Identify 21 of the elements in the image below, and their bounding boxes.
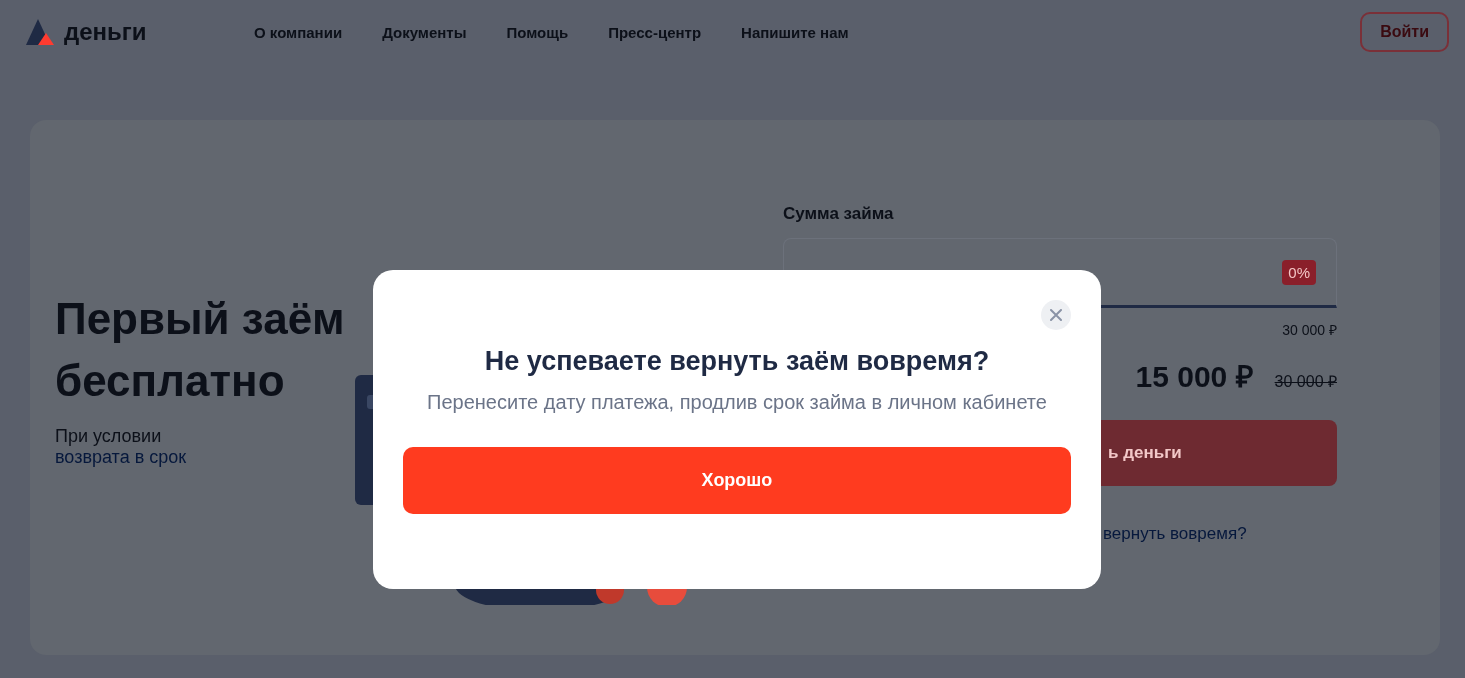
hero-link[interactable]: возврата в срок <box>55 447 187 468</box>
nav-link[interactable]: О компании <box>254 23 343 41</box>
loan-amount: 15 000 ₽ <box>1135 359 1253 395</box>
help-link[interactable]: вернуть вовремя? <box>1103 524 1247 544</box>
close-button[interactable] <box>1041 300 1071 330</box>
logo-text: деньги <box>64 18 147 46</box>
nav-link[interactable]: Напишите нам <box>741 23 849 41</box>
ok-button[interactable]: Хорошо <box>403 447 1071 514</box>
close-icon <box>1050 309 1062 321</box>
hero-subtitle: При условии <box>55 426 162 447</box>
discount-badge: 0% <box>1282 259 1316 285</box>
hero-title: Первый заём бесплатно <box>55 293 346 407</box>
nav-link[interactable]: Пресс-центр <box>608 23 702 41</box>
nav-link[interactable]: Документы <box>382 23 467 41</box>
login-button[interactable]: Войти <box>1360 12 1449 52</box>
field-label: Сумма займа <box>783 204 894 224</box>
dialog-title: Не успеваете вернуть заём вовремя? <box>484 346 990 377</box>
nav-link[interactable]: Помощь <box>506 23 569 41</box>
dialog-text: Перенесите дату платежа, продлив срок займа в личном кабинете <box>427 390 1047 415</box>
old-amount: 30 000 ₽ <box>1274 372 1337 392</box>
max-amount-hint: 30 000 ₽ <box>1282 321 1337 339</box>
